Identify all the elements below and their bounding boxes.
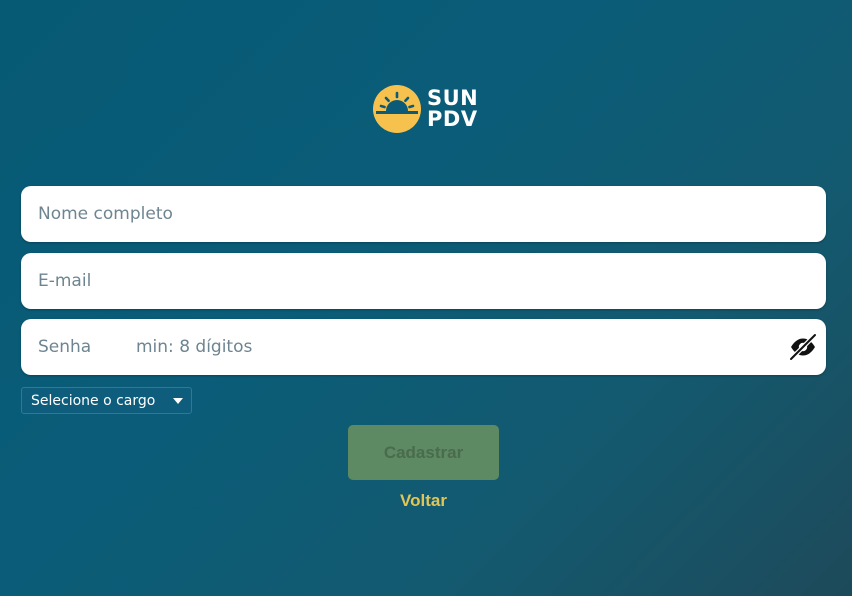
password-input[interactable] [136,319,786,375]
back-link[interactable]: Voltar [348,491,499,511]
password-field[interactable]: Senha [21,319,826,375]
register-button[interactable]: Cadastrar [348,425,499,480]
password-label: Senha [38,337,92,357]
role-select-value: Selecione o cargo [31,392,156,409]
full-name-input[interactable] [21,186,826,242]
app-name: SUN PDV [427,88,478,130]
brand-line-1: SUN [427,86,479,110]
email-input[interactable] [21,253,826,309]
email-field[interactable] [21,253,826,309]
app-logo: SUN PDV [372,84,478,134]
password-visibility-toggle[interactable] [786,330,820,364]
sun-logo-icon [373,85,421,133]
full-name-field[interactable] [21,186,826,242]
chevron-down-icon [173,398,183,404]
eye-slash-icon [788,332,818,362]
role-select[interactable]: Selecione o cargo [21,387,192,414]
brand-line-2: PDV [427,107,478,131]
